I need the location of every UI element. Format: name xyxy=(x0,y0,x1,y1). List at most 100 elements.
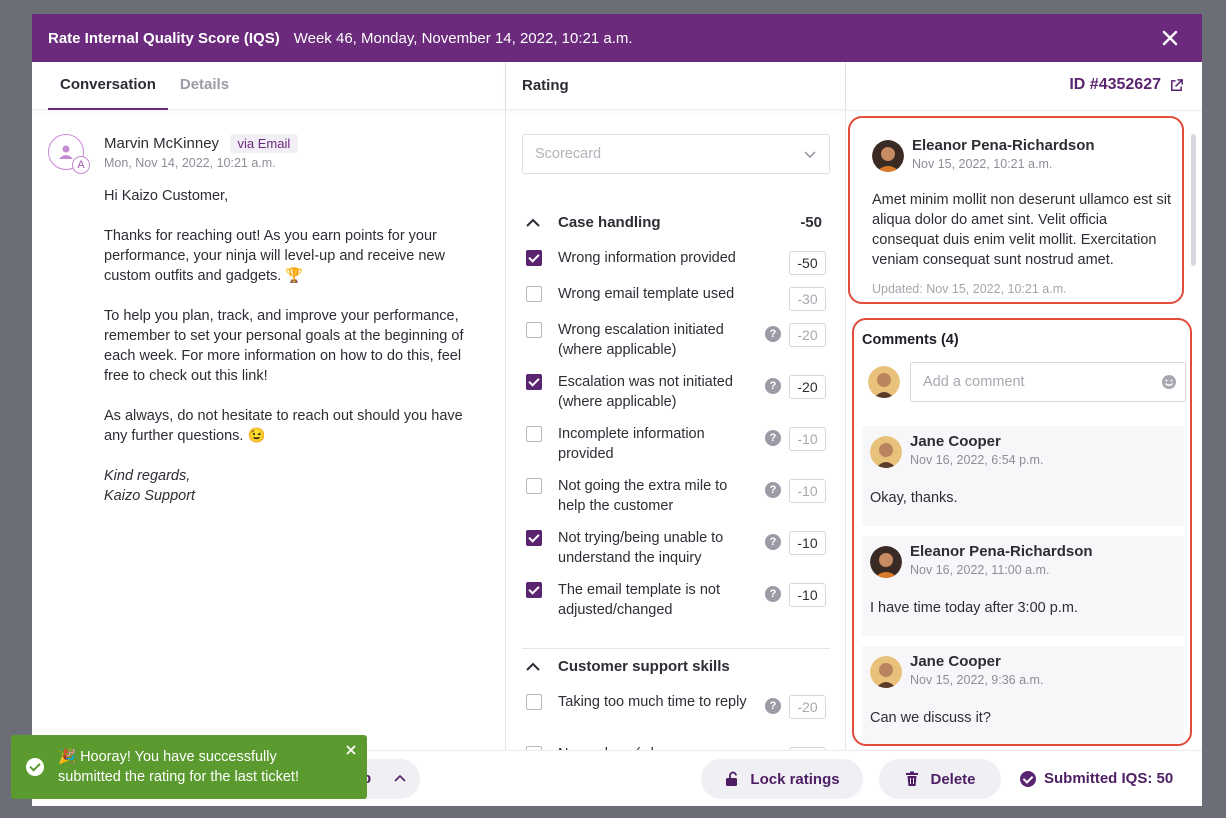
comment-input[interactable]: Add a comment xyxy=(910,362,1186,402)
sender-name: Marvin McKinney xyxy=(104,135,220,152)
modal-subtitle: Week 46, Monday, November 14, 2022, 10:2… xyxy=(293,29,633,47)
toast-message: 🎉 Hooray! You have successfully submitte… xyxy=(58,749,299,785)
help-icon[interactable]: ? xyxy=(765,326,781,342)
criterion-label: Wrong escalation initiated (where applic… xyxy=(558,322,724,358)
header-divider xyxy=(846,110,1202,111)
criterion-label: Wrong information provided xyxy=(558,250,736,266)
check-circle-icon xyxy=(26,758,44,776)
section-case-handling[interactable]: Case handling -50 xyxy=(522,212,830,236)
external-link-icon xyxy=(1171,78,1183,91)
close-icon[interactable] xyxy=(1160,28,1180,48)
channel-badge: via Email xyxy=(229,134,299,153)
checkbox[interactable] xyxy=(526,478,542,494)
chevron-up-icon xyxy=(526,662,540,671)
tab-conversation[interactable]: Conversation xyxy=(48,62,168,110)
conversation-tabs: Conversation Details xyxy=(32,62,505,110)
criterion-label: Not trying/being unable to understand th… xyxy=(558,530,724,566)
rating-note-card: Eleanor Pena-Richardson Nov 15, 2022, 10… xyxy=(848,116,1184,304)
submitted-iqs-status: Submitted IQS: 50 xyxy=(1020,770,1173,787)
close-icon[interactable] xyxy=(346,745,356,755)
comment-item: Eleanor Pena-Richardson Nov 16, 2022, 11… xyxy=(862,536,1184,636)
scorecard-select[interactable]: Scorecard xyxy=(522,134,830,174)
message-paragraph: Hi Kaizo Customer, xyxy=(104,188,229,204)
message-body: Hi Kaizo Customer, Thanks for reaching o… xyxy=(104,186,484,506)
criterion-label: Escalation was not initiated (where appl… xyxy=(558,374,733,410)
rating-title: Rating xyxy=(506,62,845,110)
criterion-label: Taking too much time to reply xyxy=(558,694,747,710)
note-body: Amet minim mollit non deserunt ullamco e… xyxy=(872,192,1171,268)
comment-author: Jane Cooper Nov 16, 2022, 6:54 p.m. xyxy=(870,433,1044,468)
delete-label: Delete xyxy=(930,770,976,788)
help-icon[interactable]: ? xyxy=(765,430,781,446)
section-divider xyxy=(522,648,830,649)
scorecard-placeholder: Scorecard xyxy=(535,146,602,162)
section-title: Customer support skills xyxy=(558,658,730,675)
section-customer-support-skills[interactable]: Customer support skills xyxy=(522,656,830,680)
criterion-score: -20 xyxy=(789,375,826,399)
help-icon[interactable]: ? xyxy=(765,378,781,394)
chevron-down-icon xyxy=(804,151,816,159)
message-paragraph: As always, do not hesitate to reach out … xyxy=(104,408,463,444)
help-icon[interactable]: ? xyxy=(765,698,781,714)
avatar xyxy=(870,656,902,688)
modal-title: Rate Internal Quality Score (IQS) xyxy=(48,29,280,47)
tab-details[interactable]: Details xyxy=(168,62,241,110)
iqs-modal: Rate Internal Quality Score (IQS) Week 4… xyxy=(32,14,1202,806)
scrollbar[interactable] xyxy=(1191,134,1196,266)
delete-button[interactable]: Delete xyxy=(879,759,1001,799)
check-circle-icon xyxy=(1020,770,1036,787)
emoji-icon[interactable] xyxy=(1161,374,1177,390)
criterion-label: The email template is not adjusted/chang… xyxy=(558,582,720,618)
help-icon[interactable]: ? xyxy=(765,586,781,602)
comment-text: Can we discuss it? xyxy=(870,710,991,726)
avatar xyxy=(870,546,902,578)
comment-date: Nov 16, 2022, 6:54 p.m. xyxy=(910,453,1044,467)
comment-author: Eleanor Pena-Richardson Nov 16, 2022, 11… xyxy=(870,543,1093,578)
trash-icon xyxy=(906,771,919,786)
notes-panel: ID #4352627 Eleanor Pena-Richardson Nov … xyxy=(846,62,1202,806)
success-toast: 🎉 Hooray! You have successfully submitte… xyxy=(11,735,367,799)
comment-text: Okay, thanks. xyxy=(870,490,958,506)
comments-title: Comments (4) xyxy=(862,332,959,348)
unlock-icon xyxy=(726,771,738,786)
criterion-label: Incomplete information provided xyxy=(558,426,705,462)
help-icon[interactable]: ? xyxy=(765,482,781,498)
conversation-panel: Conversation Details A Marvin McKinney v… xyxy=(32,62,506,806)
checkbox[interactable] xyxy=(526,322,542,338)
checkbox-checked[interactable] xyxy=(526,582,542,598)
criterion-score: -20 xyxy=(789,323,826,347)
comment-date: Nov 16, 2022, 11:00 a.m. xyxy=(910,563,1050,577)
submitted-iqs-label: Submitted IQS: 50 xyxy=(1044,770,1174,787)
note-author: Eleanor Pena-Richardson Nov 15, 2022, 10… xyxy=(872,137,1095,172)
author-name: Jane Cooper xyxy=(910,433,1001,450)
comment-author: Jane Cooper Nov 15, 2022, 9:36 a.m. xyxy=(870,653,1043,688)
checkbox-checked[interactable] xyxy=(526,374,542,390)
lock-ratings-button[interactable]: Lock ratings xyxy=(701,759,863,799)
chevron-up-icon xyxy=(394,774,406,782)
message-date: Mon, Nov 14, 2022, 10:21 a.m. xyxy=(104,156,276,170)
comment-item: Jane Cooper Nov 16, 2022, 6:54 p.m. Okay… xyxy=(862,426,1184,526)
rating-panel: Rating Scorecard Case handling -50 Wrong… xyxy=(506,62,846,806)
avatar xyxy=(872,140,904,172)
agent-badge: A xyxy=(72,156,90,174)
criterion-score: -50 xyxy=(789,251,826,275)
checkbox[interactable] xyxy=(526,286,542,302)
checkbox[interactable] xyxy=(526,694,542,710)
author-name: Eleanor Pena-Richardson xyxy=(912,137,1095,154)
message-signoff: Kind regards, xyxy=(104,468,191,484)
comments-card: Comments (4) Add a comment Jane Cooper N… xyxy=(852,318,1192,746)
comment-placeholder: Add a comment xyxy=(923,374,1025,390)
criterion-score: -10 xyxy=(789,531,826,555)
message-header: Marvin McKinney via Email Mon, Nov 14, 2… xyxy=(104,134,299,170)
message-signature: Kaizo Support xyxy=(104,488,196,504)
ticket-id-link[interactable]: ID #4352627 xyxy=(1069,76,1184,94)
help-icon[interactable]: ? xyxy=(765,534,781,550)
checkbox-checked[interactable] xyxy=(526,530,542,546)
lock-ratings-label: Lock ratings xyxy=(750,770,840,788)
message-paragraph: Thanks for reaching out! As you earn poi… xyxy=(104,228,445,284)
message-paragraph: To help you plan, track, and improve you… xyxy=(104,308,464,384)
criterion-score: -30 xyxy=(789,287,826,311)
checkbox-checked[interactable] xyxy=(526,250,542,266)
checkbox[interactable] xyxy=(526,426,542,442)
criterion-label: Not going the extra mile to help the cus… xyxy=(558,478,728,514)
